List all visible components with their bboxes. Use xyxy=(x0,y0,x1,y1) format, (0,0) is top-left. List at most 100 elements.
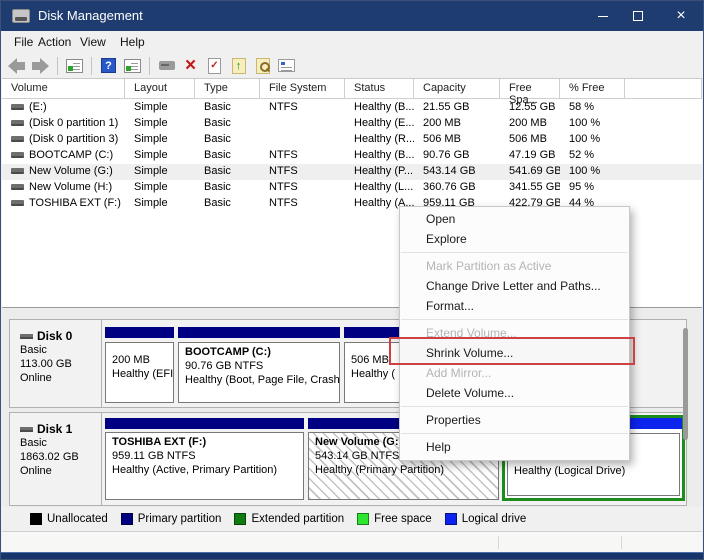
toolbar-separator xyxy=(57,57,58,75)
legend-free-space: Free space xyxy=(357,513,432,525)
legend-label: Free space xyxy=(374,513,432,525)
menu-separator xyxy=(401,433,628,434)
table-row[interactable]: (Disk 0 partition 3) Simple Basic Health… xyxy=(2,132,702,148)
cell-status: Healthy (B... xyxy=(345,100,414,116)
disk-size: 113.00 GB xyxy=(20,357,101,371)
table-row-selected[interactable]: New Volume (G:) Simple Basic NTFS Health… xyxy=(2,164,702,180)
col-free-space[interactable]: Free Spa... xyxy=(500,79,560,99)
cell-capacity: 506 MB xyxy=(414,132,500,148)
menu-separator xyxy=(401,319,628,320)
cell-pct: 100 % xyxy=(560,116,625,132)
disk-size: 1863.02 GB xyxy=(20,450,101,464)
table-header: Volume Layout Type File System Status Ca… xyxy=(2,79,702,99)
menu-action[interactable]: Action xyxy=(38,35,71,49)
disk-type: Basic xyxy=(20,343,101,357)
free-space-swatch xyxy=(357,513,369,525)
menu-item-format[interactable]: Format... xyxy=(400,296,629,316)
shrink-volume-highlight-box xyxy=(389,337,635,365)
cell-layout: Simple xyxy=(125,196,195,212)
help-icon: ? xyxy=(101,58,116,73)
col-volume[interactable]: Volume xyxy=(2,79,125,99)
disk-status: Online xyxy=(20,371,101,385)
table-row[interactable]: (Disk 0 partition 1) Simple Basic Health… xyxy=(2,116,702,132)
cell-type: Basic xyxy=(195,100,260,116)
cell-status: Healthy (B... xyxy=(345,148,414,164)
properties-button[interactable] xyxy=(276,56,297,76)
partition-efi[interactable]: 200 MB Healthy (EFI xyxy=(105,320,174,407)
col-capacity[interactable]: Capacity xyxy=(414,79,500,99)
help-button[interactable]: ? xyxy=(98,56,119,76)
menu-item-help[interactable]: Help xyxy=(400,437,629,457)
statusbar-separator xyxy=(498,536,499,549)
table-row[interactable]: BOOTCAMP (C:) Simple Basic NTFS Healthy … xyxy=(2,148,702,164)
close-button[interactable]: × xyxy=(659,1,703,31)
partition-status: Healthy (Boot, Page File, Crash xyxy=(185,373,339,387)
menu-help[interactable]: Help xyxy=(120,35,145,49)
cell-type: Basic xyxy=(195,164,260,180)
cell-free: 47.19 GB xyxy=(500,148,560,164)
titlebar: Disk Management × xyxy=(1,1,703,31)
close-icon: × xyxy=(676,7,685,25)
col-pct-free[interactable]: % Free xyxy=(560,79,625,99)
menu-view[interactable]: View xyxy=(80,35,106,49)
menu-item-change-drive-letter[interactable]: Change Drive Letter and Paths... xyxy=(400,276,629,296)
table-row[interactable]: New Volume (H:) Simple Basic NTFS Health… xyxy=(2,180,702,196)
cell-type: Basic xyxy=(195,180,260,196)
back-button[interactable] xyxy=(6,56,27,76)
pane-scrollbar[interactable] xyxy=(683,328,688,440)
cell-layout: Simple xyxy=(125,116,195,132)
forward-button[interactable] xyxy=(30,56,51,76)
col-status[interactable]: Status xyxy=(345,79,414,99)
cell-pct: 58 % xyxy=(560,100,625,116)
partition-color-bar xyxy=(178,327,340,338)
col-layout[interactable]: Layout xyxy=(125,79,195,99)
maximize-button[interactable] xyxy=(616,1,660,31)
console-window-button[interactable] xyxy=(156,56,177,76)
menu-item-open[interactable]: Open xyxy=(400,209,629,229)
partition-size: 959.11 GB NTFS xyxy=(112,449,303,463)
table-row[interactable]: (E:) Simple Basic NTFS Healthy (B... 21.… xyxy=(2,100,702,116)
partition-name: BOOTCAMP (C:) xyxy=(185,345,339,359)
disk-0-label[interactable]: Disk 0 Basic 113.00 GB Online xyxy=(10,320,102,407)
extended-partition-swatch xyxy=(234,513,246,525)
disk-management-window: Disk Management × File Action View Help … xyxy=(0,0,704,560)
cell-free: 541.69 GB xyxy=(500,164,560,180)
cell-type: Basic xyxy=(195,132,260,148)
cell-layout: Simple xyxy=(125,148,195,164)
menu-item-delete-volume[interactable]: Delete Volume... xyxy=(400,383,629,403)
set-active-button[interactable]: ✓ xyxy=(204,56,225,76)
cell-type: Basic xyxy=(195,196,260,212)
menu-item-explore[interactable]: Explore xyxy=(400,229,629,249)
legend-logical-drive: Logical drive xyxy=(445,513,527,525)
cell-status: Healthy (R... xyxy=(345,132,414,148)
legend-primary-partition: Primary partition xyxy=(121,513,222,525)
legend-label: Extended partition xyxy=(251,513,344,525)
back-arrow-icon xyxy=(8,58,25,74)
delete-button[interactable]: × xyxy=(180,56,201,76)
cell-layout: Simple xyxy=(125,180,195,196)
export-button[interactable]: ↑ xyxy=(228,56,249,76)
cell-volume: TOSHIBA EXT (F:) xyxy=(29,197,121,209)
partition-toshiba[interactable]: TOSHIBA EXT (F:) 959.11 GB NTFS Healthy … xyxy=(105,413,304,505)
find-button[interactable] xyxy=(252,56,273,76)
console-window-icon xyxy=(159,61,175,70)
disk-name: Disk 1 xyxy=(37,422,72,436)
cell-volume: (Disk 0 partition 1) xyxy=(29,117,118,129)
window-title: Disk Management xyxy=(38,8,143,23)
console-tree-button[interactable] xyxy=(64,56,85,76)
unallocated-swatch xyxy=(30,513,42,525)
col-file-system[interactable]: File System xyxy=(260,79,345,99)
menu-file[interactable]: File xyxy=(14,35,33,49)
col-type[interactable]: Type xyxy=(195,79,260,99)
cell-capacity: 21.55 GB xyxy=(414,100,500,116)
legend-unallocated: Unallocated xyxy=(30,513,108,525)
delete-x-icon: × xyxy=(185,57,196,75)
legend-bar: Unallocated Primary partition Extended p… xyxy=(2,507,702,531)
cell-fs: NTFS xyxy=(260,164,345,180)
disk-1-label[interactable]: Disk 1 Basic 1863.02 GB Online xyxy=(10,413,102,505)
menu-item-properties[interactable]: Properties xyxy=(400,410,629,430)
cell-volume: (Disk 0 partition 3) xyxy=(29,133,118,145)
cell-capacity: 543.14 GB xyxy=(414,164,500,180)
partition-bootcamp[interactable]: BOOTCAMP (C:) 90.76 GB NTFS Healthy (Boo… xyxy=(178,320,340,407)
show-hide-button[interactable] xyxy=(122,56,143,76)
